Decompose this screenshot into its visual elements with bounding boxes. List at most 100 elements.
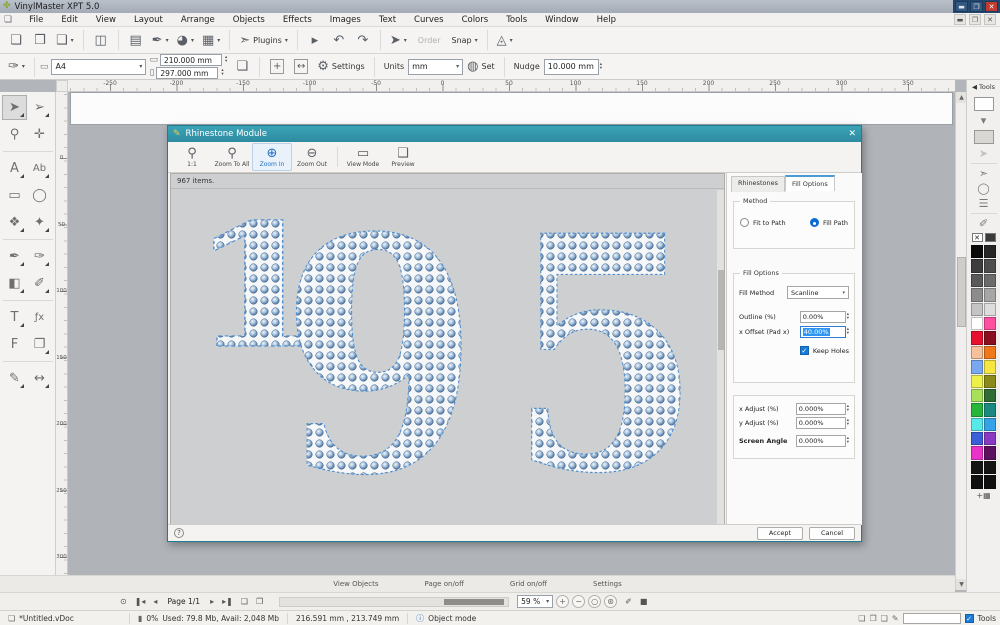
palette-color-swatch[interactable] xyxy=(971,475,983,488)
x-adjust-input[interactable]: 0.000% xyxy=(796,403,846,415)
nudge-input[interactable]: 10.000 mm xyxy=(544,59,599,75)
mdi-restore-icon[interactable]: ❐ xyxy=(969,14,981,25)
x-offset-input[interactable]: 40.00% xyxy=(800,326,846,338)
one-to-one-button[interactable]: ⚲1:1 xyxy=(172,143,212,171)
mdi-close-icon[interactable]: ✕ xyxy=(984,14,996,25)
pen-color-swatch[interactable] xyxy=(985,233,996,242)
add-page-icon[interactable]: + xyxy=(266,56,288,78)
y-adjust-input[interactable]: 0.000% xyxy=(796,417,846,429)
calligraphy-tool[interactable]: ✑ xyxy=(27,244,52,269)
palette-color-swatch[interactable] xyxy=(971,331,983,344)
tab-fill-options[interactable]: Fill Options xyxy=(785,175,835,191)
menu-view[interactable]: View xyxy=(87,15,125,25)
plot-tool[interactable]: ✎ xyxy=(2,366,27,391)
layer-icon-3[interactable]: ❑ xyxy=(881,614,888,623)
next-page-icon[interactable]: ▸ xyxy=(210,597,214,606)
palette-color-swatch[interactable] xyxy=(971,259,983,272)
canvas-vertical-scrollbar[interactable]: ▲ ▼ xyxy=(955,92,966,590)
add-page-icon-2[interactable]: ❏ xyxy=(241,597,248,606)
help-icon[interactable]: ? xyxy=(174,528,184,538)
new-document-icon[interactable]: ❏ xyxy=(5,29,27,51)
fill-path-option[interactable]: Fill Path xyxy=(810,218,848,227)
palette-color-swatch[interactable] xyxy=(984,389,996,402)
palette-color-swatch[interactable] xyxy=(984,446,996,459)
stroke-color-swatch[interactable] xyxy=(974,130,994,144)
menu-objects[interactable]: Objects xyxy=(224,15,274,25)
zoom-in-icon[interactable]: + xyxy=(556,595,569,608)
x-adjust-spinner[interactable]: ▴▾ xyxy=(847,405,849,413)
digit-5[interactable]: 5 xyxy=(509,174,701,525)
layer-icon-2[interactable]: ❐ xyxy=(869,614,876,623)
zoom-fit-icon[interactable]: ⊛ xyxy=(604,595,617,608)
y-adjust-spinner[interactable]: ▴▾ xyxy=(847,419,849,427)
digit-9[interactable]: 9 xyxy=(281,174,479,525)
screen-angle-spinner[interactable]: ▴▾ xyxy=(847,437,849,445)
knife-tool-icon[interactable]: ✑▾ xyxy=(5,56,28,78)
zoom-page-icon[interactable]: ○ xyxy=(588,595,601,608)
status-input[interactable] xyxy=(903,613,961,624)
palette-color-swatch[interactable] xyxy=(971,375,983,388)
width-spinner[interactable]: ▴▾ xyxy=(225,56,227,64)
palette-color-swatch[interactable] xyxy=(984,475,996,488)
paint-tool[interactable]: ✐ xyxy=(27,271,52,296)
dimension-tool[interactable]: ↔ xyxy=(27,366,52,391)
palette-color-swatch[interactable] xyxy=(971,360,983,373)
zoom-in-button[interactable]: ⊕Zoom In xyxy=(252,143,292,171)
link-page-on-off[interactable]: Page on/off xyxy=(425,580,464,588)
text-tool[interactable]: A xyxy=(2,156,27,181)
pen-plot-icon[interactable]: ✐ xyxy=(625,597,632,606)
print-icon[interactable]: ▤ xyxy=(125,29,147,51)
text-effects-tool[interactable]: T xyxy=(2,305,27,330)
close-icon[interactable]: ✕ xyxy=(985,1,998,12)
dialog-close-icon[interactable]: ✕ xyxy=(848,129,856,139)
first-page-icon[interactable]: ❚◂ xyxy=(135,597,146,606)
palette-color-swatch[interactable] xyxy=(984,288,996,301)
minimize-icon[interactable]: ▬ xyxy=(955,1,968,12)
menu-window[interactable]: Window xyxy=(536,15,588,25)
height-spinner[interactable]: ▴▾ xyxy=(221,69,223,77)
paint-can-icon[interactable]: ◕▾ xyxy=(174,29,197,51)
pen-tool[interactable]: ✒ xyxy=(2,244,27,269)
radio-off-icon[interactable] xyxy=(740,218,749,227)
palette-color-swatch[interactable] xyxy=(984,403,996,416)
menu-help[interactable]: Help xyxy=(588,15,625,25)
palette-color-swatch[interactable] xyxy=(971,403,983,416)
palette-color-swatch[interactable] xyxy=(984,432,996,445)
settings-button[interactable]: ⚙Settings xyxy=(314,56,367,78)
run-icon[interactable]: ▸ xyxy=(304,29,326,51)
palette-color-swatch[interactable] xyxy=(984,245,996,258)
accept-button[interactable]: Accept xyxy=(757,527,803,540)
palette-color-swatch[interactable] xyxy=(971,418,983,431)
select-tool[interactable]: ➤ xyxy=(2,95,27,120)
menu-effects[interactable]: Effects xyxy=(274,15,321,25)
scroll-thumb[interactable] xyxy=(957,257,966,327)
link-settings[interactable]: Settings xyxy=(593,580,622,588)
spray-icon[interactable]: ◬▾ xyxy=(494,29,516,51)
eyedropper-icon[interactable]: ✐ xyxy=(979,217,988,230)
save-as-icon[interactable]: ❑▾ xyxy=(53,29,77,51)
distort-tool[interactable]: F xyxy=(2,332,27,357)
zoom-tool[interactable]: ⚲ xyxy=(2,122,27,147)
preview-button[interactable]: ❑Preview xyxy=(383,143,423,171)
palette-color-swatch[interactable] xyxy=(971,245,983,258)
palette-color-swatch[interactable] xyxy=(971,346,983,359)
set-button[interactable]: ◍Set xyxy=(464,56,497,78)
ellipse-tool[interactable]: ◯ xyxy=(27,183,52,208)
ink-square-icon[interactable]: ■ xyxy=(640,597,648,606)
view-mode-button[interactable]: ▭View Mode xyxy=(343,143,383,171)
outline-spinner[interactable]: ▴▾ xyxy=(847,313,849,321)
annotate-icon[interactable]: ✎ xyxy=(892,614,899,623)
palette-color-swatch[interactable] xyxy=(984,303,996,316)
tools-checkbox[interactable]: ✓ xyxy=(965,614,974,623)
add-palette-icon[interactable]: +▦ xyxy=(976,491,990,500)
menu-tools[interactable]: Tools xyxy=(497,15,536,25)
fill-tool[interactable]: ◧ xyxy=(2,271,27,296)
page-size-select[interactable]: A4▾ xyxy=(51,59,146,75)
radio-on-icon[interactable] xyxy=(810,218,819,227)
palette-color-swatch[interactable] xyxy=(984,259,996,272)
layer-icon-1[interactable]: ❏ xyxy=(858,614,865,623)
menu-text[interactable]: Text xyxy=(370,15,405,25)
last-page-icon[interactable]: ▸❚ xyxy=(222,597,233,606)
menu-layout[interactable]: Layout xyxy=(125,15,172,25)
zoom-out-icon[interactable]: − xyxy=(572,595,585,608)
